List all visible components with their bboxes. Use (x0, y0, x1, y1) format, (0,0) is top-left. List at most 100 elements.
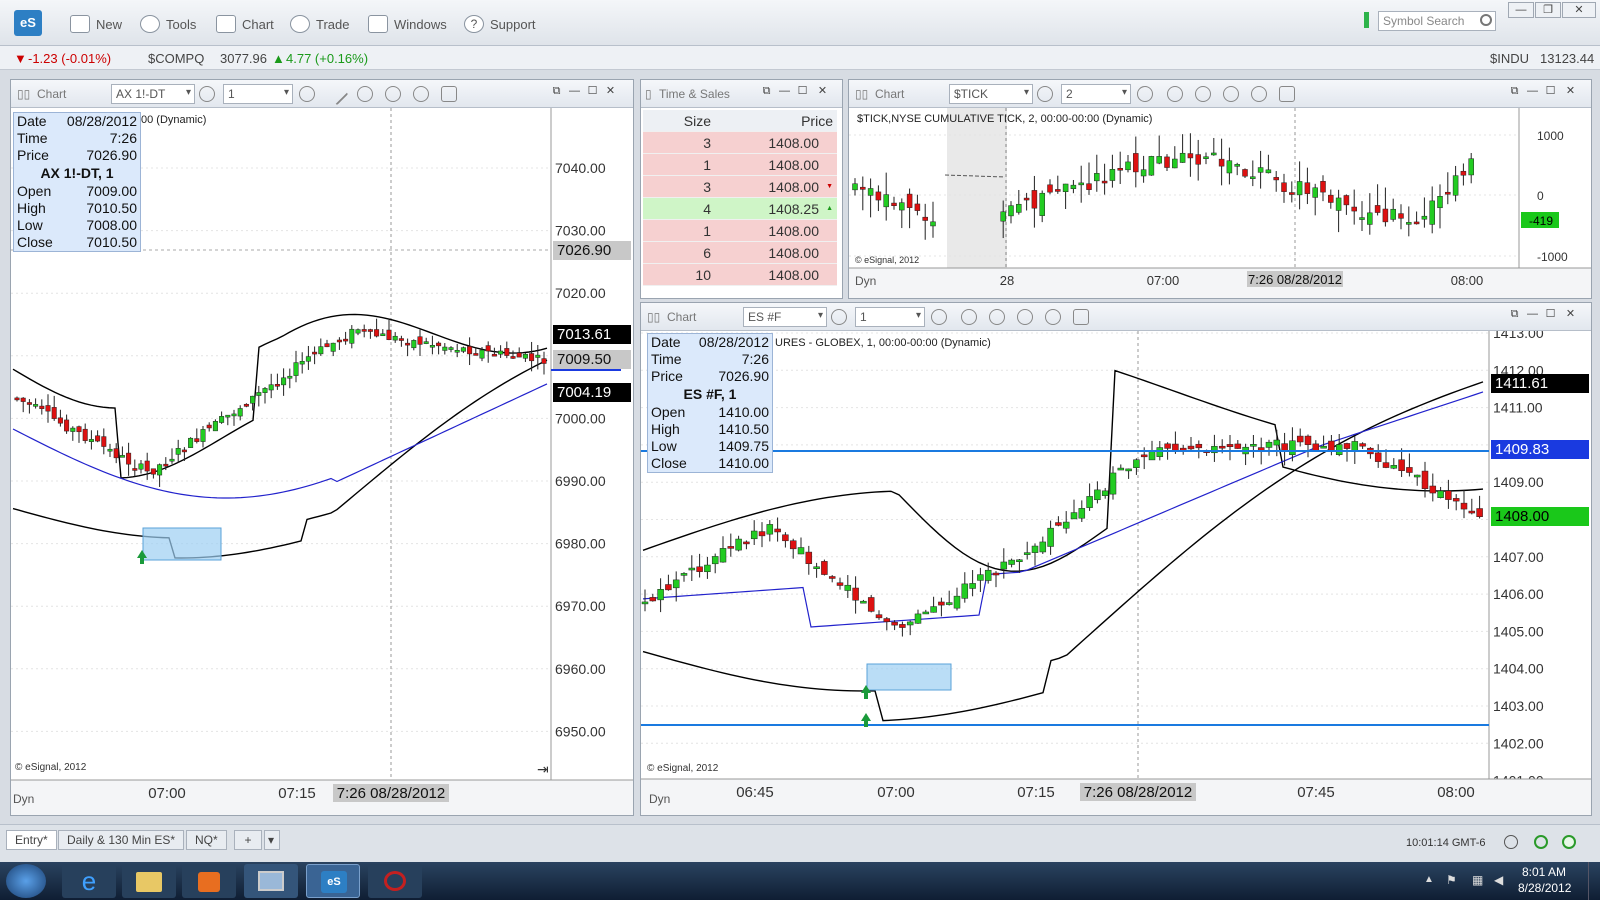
taskbar-date[interactable]: 8/28/2012 (1518, 881, 1571, 895)
bearish-candle (922, 216, 928, 221)
col-size-header[interactable]: Size (643, 110, 719, 131)
new-window-icon (70, 15, 90, 33)
left-dyn-button[interactable]: Dyn (13, 792, 34, 806)
col-price-header[interactable]: Price (719, 110, 837, 131)
refresh-icon[interactable] (989, 309, 1005, 325)
tick-dyn-button[interactable]: Dyn (855, 274, 876, 288)
es-price-chart[interactable]: 1413.001412.001411.001410.001409.001408.… (641, 331, 1591, 815)
bearish-candle (485, 345, 491, 352)
clock-icon[interactable] (1137, 86, 1153, 102)
pencil-icon[interactable] (325, 82, 349, 106)
info-time: 7:26 (109, 130, 137, 146)
volume-icon[interactable]: ◀ (1494, 873, 1503, 887)
tab-entry[interactable]: Entry* (6, 830, 57, 850)
panel-maximize-button[interactable]: ☐ (795, 85, 810, 98)
refresh-icon[interactable] (1534, 835, 1548, 849)
search-icon[interactable] (1480, 14, 1492, 26)
play-icon[interactable] (1017, 309, 1033, 325)
es-copyright: © eSignal, 2012 (647, 763, 719, 774)
esignal-logo[interactable]: eS (14, 10, 42, 36)
tick-interval-select[interactable]: 2 (1061, 84, 1131, 104)
pin-icon[interactable]: ⧉ (1507, 308, 1522, 321)
es-chart-area[interactable]: 1413.001412.001411.001410.001409.001408.… (641, 331, 1591, 815)
bullish-candle (984, 569, 992, 581)
maximize-button[interactable]: ❐ (1535, 2, 1561, 18)
tab-menu-chevron-down-icon[interactable]: ▾ (264, 830, 280, 850)
panel-minimize-button[interactable]: — (567, 85, 582, 98)
tab-daily-130-min-es[interactable]: Daily & 130 Min ES* (58, 830, 185, 850)
network-icon[interactable]: ▦ (1472, 873, 1483, 887)
es-dyn-button[interactable]: Dyn (649, 792, 670, 806)
left-symbol-select[interactable]: AX 1!-DT (111, 84, 195, 104)
tick-chart-area[interactable]: 1000 0 -1000 28 07:00 08:00 7:26 08/28/2012 -41… (849, 108, 1591, 298)
alert-icon[interactable] (1045, 309, 1061, 325)
refresh-icon[interactable] (1195, 86, 1211, 102)
ticker-comp-symbol[interactable]: $COMPQ (148, 51, 204, 66)
start-button[interactable] (6, 864, 46, 898)
panel-close-button[interactable]: ✕ (1563, 308, 1578, 321)
clock-icon[interactable] (931, 309, 947, 325)
pin-icon[interactable]: ⧉ (759, 85, 774, 98)
gear-icon[interactable] (199, 86, 215, 102)
left-chart-area[interactable]: 7040.007030.007020.007010.007000.006990.… (11, 108, 633, 815)
panel-maximize-button[interactable]: ☐ (585, 85, 600, 98)
chart-button[interactable]: Chart (216, 14, 274, 34)
ticker-indu-symbol[interactable]: $INDU (1490, 51, 1529, 66)
taskbar-time[interactable]: 8:01 AM (1522, 865, 1566, 879)
esignal-taskbar-icon[interactable]: eS (306, 864, 360, 898)
trading-app-icon[interactable] (368, 864, 422, 898)
scroll-end-icon[interactable]: ⇥ (537, 761, 549, 778)
panel-close-button[interactable]: ✕ (603, 85, 618, 98)
panel-minimize-button[interactable]: — (1525, 85, 1540, 98)
es-symbol-select[interactable]: ES #F (743, 307, 827, 327)
show-desktop-button[interactable] (1588, 862, 1600, 900)
highlight-zone (866, 663, 952, 691)
alert-icon[interactable] (1251, 86, 1267, 102)
close-button[interactable]: ✕ (1562, 2, 1596, 18)
media-player-icon[interactable] (182, 864, 236, 898)
gear-icon[interactable] (831, 309, 847, 325)
gear-icon[interactable] (1037, 86, 1053, 102)
history-icon[interactable] (1504, 835, 1518, 849)
add-tab-button[interactable]: + (234, 830, 262, 850)
tick-symbol-select[interactable]: $TICK (949, 84, 1033, 104)
clock-icon[interactable] (299, 86, 315, 102)
link-icon[interactable] (1073, 309, 1089, 325)
support-button[interactable]: ? Support (464, 14, 536, 34)
ie-icon[interactable]: e (62, 864, 116, 898)
help-icon[interactable] (1562, 835, 1576, 849)
play-icon[interactable] (1223, 86, 1239, 102)
panel-close-button[interactable]: ✕ (1563, 85, 1578, 98)
panel-maximize-button[interactable]: ☐ (1543, 308, 1558, 321)
remote-desktop-icon[interactable] (244, 864, 298, 898)
pencil-icon[interactable] (1167, 86, 1183, 102)
trade-button[interactable]: Trade (290, 14, 349, 34)
folder-icon[interactable] (122, 864, 176, 898)
pin-icon[interactable]: ⧉ (1507, 85, 1522, 98)
windows-button[interactable]: Windows (368, 14, 447, 34)
tick-interval-value: 2 (1066, 87, 1073, 101)
link-icon[interactable] (441, 86, 457, 102)
alert-icon[interactable] (413, 86, 429, 102)
left-interval-select[interactable]: 1 (223, 84, 293, 104)
tools-button[interactable]: Tools (140, 14, 196, 34)
tick-price-chart[interactable]: 1000 0 -1000 28 07:00 08:00 7:26 08/28/2012 -41… (849, 108, 1591, 298)
tab-nq[interactable]: NQ* (186, 830, 227, 850)
panel-minimize-button[interactable]: — (1525, 308, 1540, 321)
tray-arrow-icon[interactable]: ▲ (1424, 874, 1434, 885)
panel-minimize-button[interactable]: — (777, 85, 792, 98)
link-icon[interactable] (1279, 86, 1295, 102)
es-interval-select[interactable]: 1 (855, 307, 925, 327)
pin-icon[interactable]: ⧉ (549, 85, 564, 98)
bearish-candle (1328, 194, 1334, 203)
new-button[interactable]: New (70, 14, 122, 34)
play-icon[interactable] (385, 86, 401, 102)
flag-icon[interactable]: ⚑ (1446, 873, 1457, 887)
minimize-button[interactable]: — (1508, 2, 1534, 18)
panel-close-button[interactable]: ✕ (815, 85, 830, 98)
panel-maximize-button[interactable]: ☐ (1543, 85, 1558, 98)
refresh-icon[interactable] (357, 86, 373, 102)
symbol-search-input[interactable]: Symbol Search (1378, 11, 1496, 31)
ticker-indu-price: 13123.44 (1540, 51, 1595, 66)
pencil-icon[interactable] (961, 309, 977, 325)
